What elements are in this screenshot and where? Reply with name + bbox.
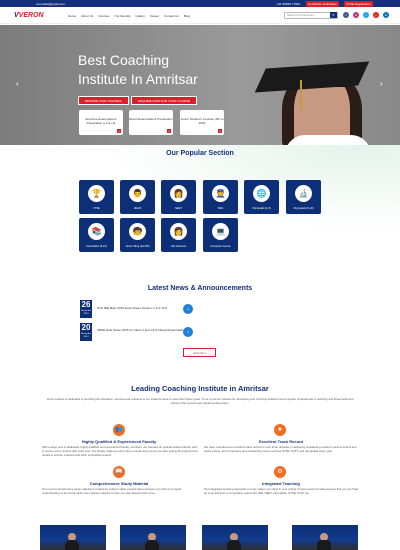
tile-olympiads-1-5[interactable]: 🌐 Olympiads (1-5) bbox=[244, 180, 279, 214]
news-item[interactable]: 26 November 2024 NTA JEE Main 2025 Exam D… bbox=[80, 300, 210, 320]
globe-icon: 🌐 bbox=[253, 185, 270, 202]
twitter-icon[interactable]: t bbox=[363, 12, 369, 18]
search-icon[interactable]: ⌕ bbox=[330, 12, 337, 18]
vtse-registration-button[interactable]: VTSE Registration bbox=[344, 0, 373, 7]
plus-icon: + bbox=[167, 129, 171, 133]
tile-jee[interactable]: 👨 JEE M bbox=[120, 180, 155, 214]
youtube-icon[interactable]: y bbox=[373, 12, 379, 18]
kid-icon: 🧒 bbox=[129, 223, 146, 240]
slider-next-icon[interactable]: › bbox=[380, 79, 383, 88]
track-record-icon: ★ bbox=[274, 424, 286, 436]
linkedin-icon[interactable]: in bbox=[383, 12, 389, 18]
soldier-icon: 👮 bbox=[212, 185, 229, 202]
feature-title: Comprehensive Study Material bbox=[89, 481, 149, 486]
hero-card-board[interactable]: Board Examinations Preparation + bbox=[129, 110, 173, 135]
feature-title: Excellent Track Record bbox=[258, 439, 304, 444]
nav-blog[interactable]: Blog bbox=[184, 14, 190, 18]
leading-intro: Veron Institute is dedicated to providin… bbox=[46, 397, 354, 405]
nav-contact[interactable]: Contact Us bbox=[164, 14, 179, 18]
nav-results[interactable]: Our Results bbox=[115, 14, 131, 18]
site-logo[interactable]: VVERON bbox=[14, 12, 44, 19]
doctor-icon: 👩 bbox=[170, 185, 187, 202]
hero-card-entrance[interactable]: Entrance Examinations Preparation (+1 & … bbox=[79, 110, 123, 135]
certificate-verification-button[interactable]: Certificate Verification bbox=[306, 0, 340, 7]
feature-text: With a large pool of dedicated, highly q… bbox=[42, 445, 198, 457]
instagram-icon[interactable]: in bbox=[353, 12, 359, 18]
feature-text: We have maintained an excellent track re… bbox=[204, 445, 357, 453]
nav-home[interactable]: Home bbox=[68, 14, 76, 18]
integrated-teaching-icon: ⚙ bbox=[274, 466, 286, 478]
download-icon[interactable]: ↓ bbox=[183, 327, 193, 337]
facebook-icon[interactable]: f bbox=[343, 12, 349, 18]
nav-gallery[interactable]: Gallery bbox=[135, 14, 145, 18]
news-date: 20 November 2024 bbox=[80, 323, 92, 341]
gallery-photo[interactable] bbox=[120, 525, 186, 550]
teacher-icon: 👩 bbox=[170, 223, 187, 240]
news-date: 26 November 2024 bbox=[80, 300, 92, 318]
gallery-photo[interactable] bbox=[292, 525, 358, 550]
tile-vtse[interactable]: 🏆 VTSE bbox=[79, 180, 114, 214]
leading-section-title: Leading Coaching Institute in Amritsar bbox=[131, 384, 269, 393]
tile-junior-wing[interactable]: 🧒 Junior Wing (1st-5th) bbox=[120, 218, 155, 252]
popular-section-title: Our Popular Section bbox=[166, 150, 234, 157]
hero-banner: ‹ › Best Coaching Institute In Amritsar … bbox=[0, 25, 400, 145]
tile-computer-course[interactable]: 💻 Computer Course bbox=[203, 218, 238, 252]
study-material-icon: 📖 bbox=[113, 466, 125, 478]
main-nav: Home About Us Courses Our Results Galler… bbox=[68, 14, 190, 18]
news-section-title: Latest News & Announcements bbox=[147, 285, 253, 292]
view-all-button[interactable]: View All + bbox=[183, 348, 216, 357]
phone-link[interactable]: +91 95695 77002 bbox=[277, 2, 300, 6]
nav-about[interactable]: About Us bbox=[81, 14, 93, 18]
feature-text: Our Integrated teaching approach not onl… bbox=[204, 487, 359, 495]
nav-courses[interactable]: Courses bbox=[98, 14, 109, 18]
feature-title: Highly Qualified & Experienced Faculty bbox=[81, 439, 157, 444]
gallery-photo[interactable] bbox=[40, 525, 106, 550]
plus-icon: + bbox=[117, 129, 121, 133]
tile-olympiads-6-10[interactable]: 🔬 Olympiads (6-10) bbox=[286, 180, 321, 214]
student-icon: 👨 bbox=[129, 185, 146, 202]
hero-title: Best Coaching Institute In Amritsar bbox=[78, 52, 198, 87]
nav-career[interactable]: Career bbox=[150, 14, 159, 18]
tile-life-sciences[interactable]: 👩 Life Sciences bbox=[161, 218, 196, 252]
popular-section-bg bbox=[0, 145, 400, 265]
gallery-photo[interactable] bbox=[202, 525, 268, 550]
download-icon[interactable]: ↓ bbox=[183, 304, 193, 314]
feature-text: Our most comprehensive study material is… bbox=[42, 487, 182, 495]
laptop-icon: 💻 bbox=[212, 223, 229, 240]
tile-nda[interactable]: 👮 NDA bbox=[203, 180, 238, 214]
top-bar: veronafix@gmail.com +91 95695 77002 Cert… bbox=[0, 0, 400, 7]
faculty-icon: 👥 bbox=[113, 424, 125, 436]
site-header: VVERON Home About Us Courses Our Results… bbox=[0, 7, 400, 24]
tile-foundation[interactable]: 📚 Foundation (5-10) bbox=[79, 218, 114, 252]
slider-prev-icon[interactable]: ‹ bbox=[16, 79, 19, 88]
browse-courses-button[interactable]: BROWSE OUR COURSES bbox=[78, 96, 129, 105]
news-item[interactable]: 20 November 2024 CBSE Date Sheet 2025 for… bbox=[80, 323, 210, 343]
books-icon: 📚 bbox=[88, 223, 105, 240]
science-icon: 🔬 bbox=[295, 185, 312, 202]
feature-title: Integrated Teaching bbox=[262, 481, 300, 486]
email-link[interactable]: veronafix@gmail.com bbox=[36, 2, 65, 6]
enquire-now-button[interactable]: ENQUIRE NOW FOR YOUR COURSE bbox=[131, 96, 198, 105]
hero-card-junior[interactable]: Junior Student's Courses (6th to 10th) + bbox=[180, 110, 224, 135]
tile-neet[interactable]: 👩 NEET bbox=[161, 180, 196, 214]
trophy-icon: 🏆 bbox=[88, 185, 105, 202]
plus-icon: + bbox=[218, 129, 222, 133]
